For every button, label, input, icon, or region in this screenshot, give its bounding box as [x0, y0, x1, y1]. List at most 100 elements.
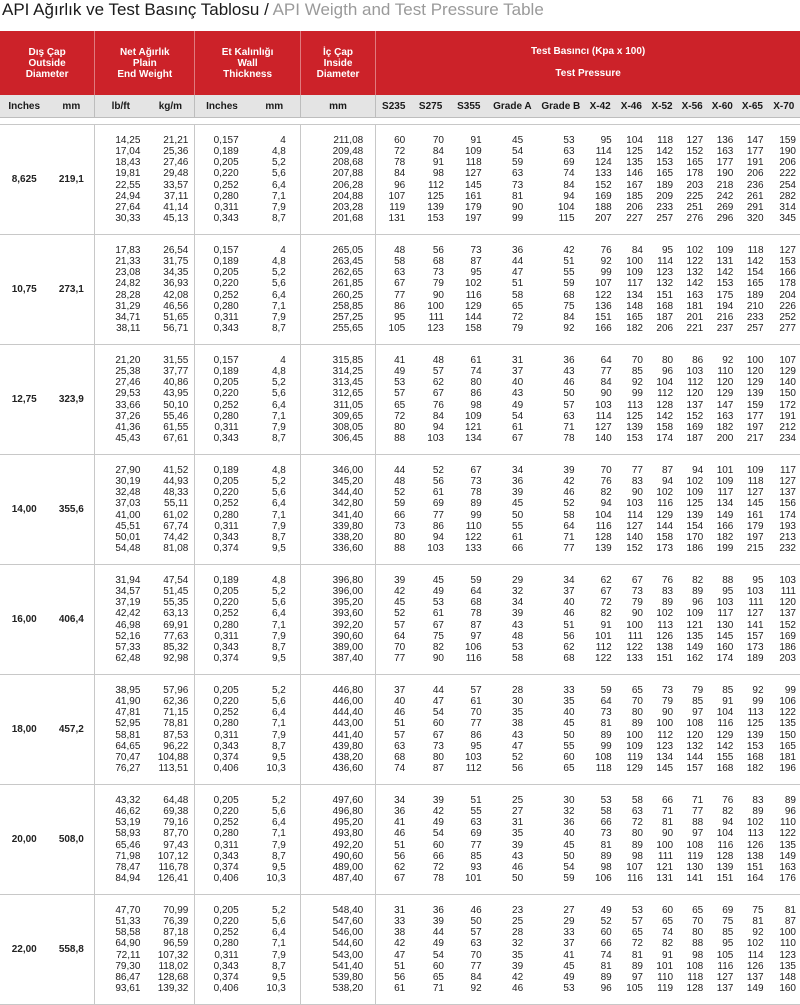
- table-cell: 76: [600, 475, 612, 487]
- table-cell: 312,65: [332, 388, 364, 400]
- table-cell: 109: [464, 145, 482, 157]
- table-cell: 7,1: [271, 619, 286, 631]
- grade-x65: X-65: [737, 95, 768, 118]
- table-cell: 0,252: [213, 289, 239, 301]
- table-cell: 42,42: [115, 608, 141, 620]
- table-cell: 28: [512, 927, 524, 939]
- table-cell: 76: [600, 244, 612, 256]
- table-cell: 84: [631, 244, 643, 256]
- table-cell: 52: [512, 751, 524, 763]
- header-pressure-tr: Test Basıncı (Kpa x 100): [530, 46, 646, 57]
- table-cell: 150: [779, 388, 796, 400]
- table-cell: 0,374: [213, 543, 239, 555]
- table-cell: 168: [746, 751, 764, 763]
- table-cell: 315,85: [332, 354, 364, 366]
- weight-lbft-values: 21,20 25,38 27,46 29,53 33,66 37,26 41,36 45,43: [94, 344, 147, 455]
- table-cell: 0,157: [213, 354, 239, 366]
- outside-diameter-inches: 10,75: [0, 234, 49, 345]
- table-cell: 96,59: [163, 938, 189, 950]
- table-cell: 48,33: [163, 487, 189, 499]
- table-cell: 162: [686, 653, 704, 665]
- table-cell: 64: [470, 585, 482, 597]
- table-cell: 129: [656, 509, 674, 521]
- table-cell: 45: [563, 839, 575, 851]
- table-cell: 0,311: [214, 201, 239, 213]
- inside-diameter-values: 396,80 396,00 395,20 393,60 392,20 390,60 389,…: [300, 564, 377, 675]
- table-cell: 73: [470, 475, 482, 487]
- table-cell: 66: [512, 543, 524, 555]
- table-cell: 163: [779, 861, 796, 873]
- pressure-grade-10-values: 147 177 191 206 236 261 291 320: [737, 124, 768, 235]
- table-cell: 85: [631, 365, 643, 377]
- table-cell: 121: [656, 861, 674, 873]
- pressure-grade-11-values: 81 87 100 110 123 135 148 160: [767, 894, 800, 1005]
- table-cell: 37,03: [115, 498, 141, 510]
- table-cell: 62,36: [163, 695, 189, 707]
- table-cell: 0,406: [213, 763, 239, 775]
- table-cell: 0,189: [213, 365, 239, 377]
- table-cell: 130: [686, 861, 704, 873]
- table-cell: 0,205: [213, 684, 239, 696]
- table-cell: 95: [752, 574, 764, 586]
- table-cell: 83: [631, 475, 643, 487]
- table-cell: 7,9: [271, 630, 286, 642]
- table-cell: 27: [512, 805, 524, 817]
- table-cell: 490,60: [332, 850, 364, 862]
- table-cell: 153: [656, 157, 674, 169]
- table-cell: 149: [779, 850, 796, 862]
- table-cell: 126: [656, 630, 674, 642]
- table-cell: 6,4: [271, 399, 286, 411]
- table-cell: 87: [470, 619, 482, 631]
- table-cell: 142: [716, 267, 734, 279]
- table-cell: 93: [470, 861, 482, 873]
- table-cell: 109: [686, 608, 704, 620]
- table-cell: 82: [661, 938, 674, 950]
- table-cell: 59: [512, 157, 524, 169]
- table-cell: 62: [394, 861, 406, 873]
- table-cell: 0,311: [214, 421, 239, 433]
- table-cell: 29,53: [115, 388, 141, 400]
- table-cell: 58,58: [115, 927, 141, 939]
- table-cell: 96,22: [163, 740, 189, 752]
- table-cell: 390,60: [332, 630, 364, 642]
- table-cell: 0,252: [213, 707, 239, 719]
- table-cell: 27,90: [115, 464, 141, 476]
- table-cell: 0,252: [213, 927, 239, 939]
- table-cell: 45,13: [163, 213, 189, 225]
- table-cell: 103: [595, 399, 612, 411]
- table-cell: 136: [716, 134, 734, 146]
- table-cell: 139: [427, 201, 444, 213]
- table-cell: 48: [394, 244, 406, 256]
- table-cell: 113: [627, 399, 643, 411]
- pressure-grade-6-values: 58 63 72 80 89 98 107 116: [615, 784, 647, 895]
- table-cell: 62: [432, 377, 444, 389]
- table-cell: 77: [432, 509, 444, 521]
- table-cell: 129: [716, 729, 734, 741]
- wall-inches-values: 0,157 0,189 0,205 0,220 0,252 0,280 0,311 0,343: [194, 234, 249, 345]
- table-cell: 257,25: [332, 311, 364, 323]
- table-cell: 152: [686, 145, 704, 157]
- table-cell: 63: [394, 267, 406, 279]
- table-cell: 78,81: [163, 718, 189, 730]
- table-cell: 45: [394, 597, 406, 609]
- table-cell: 37: [563, 938, 575, 950]
- table-cell: 345,20: [332, 475, 364, 487]
- table-cell: 112: [687, 377, 704, 389]
- table-cell: 260,25: [332, 289, 364, 301]
- table-cell: 163: [686, 289, 704, 301]
- table-cell: 72,11: [116, 949, 141, 961]
- table-cell: 120: [686, 729, 704, 741]
- outside-diameter-mm: 273,1: [48, 234, 96, 345]
- header-test-pressure: Test Basıncı (Kpa x 100) Test Pressure: [375, 31, 800, 95]
- table-cell: 439,80: [332, 740, 364, 752]
- table-cell: 50: [470, 915, 482, 927]
- pressure-grade-2-values: 91 109 118 127 145 161 179 197: [449, 124, 488, 235]
- table-cell: 95: [470, 740, 482, 752]
- table-cell: 82: [722, 805, 734, 817]
- table-cell: 0,157: [213, 134, 239, 146]
- table-cell: 90: [600, 388, 612, 400]
- pressure-grade-8-values: 86 103 112 120 137 152 169 187: [677, 344, 708, 455]
- table-cell: 67: [512, 433, 524, 445]
- pressure-grade-10-values: 100 120 129 139 159 177 197 217: [737, 344, 768, 455]
- table-cell: 135: [686, 630, 704, 642]
